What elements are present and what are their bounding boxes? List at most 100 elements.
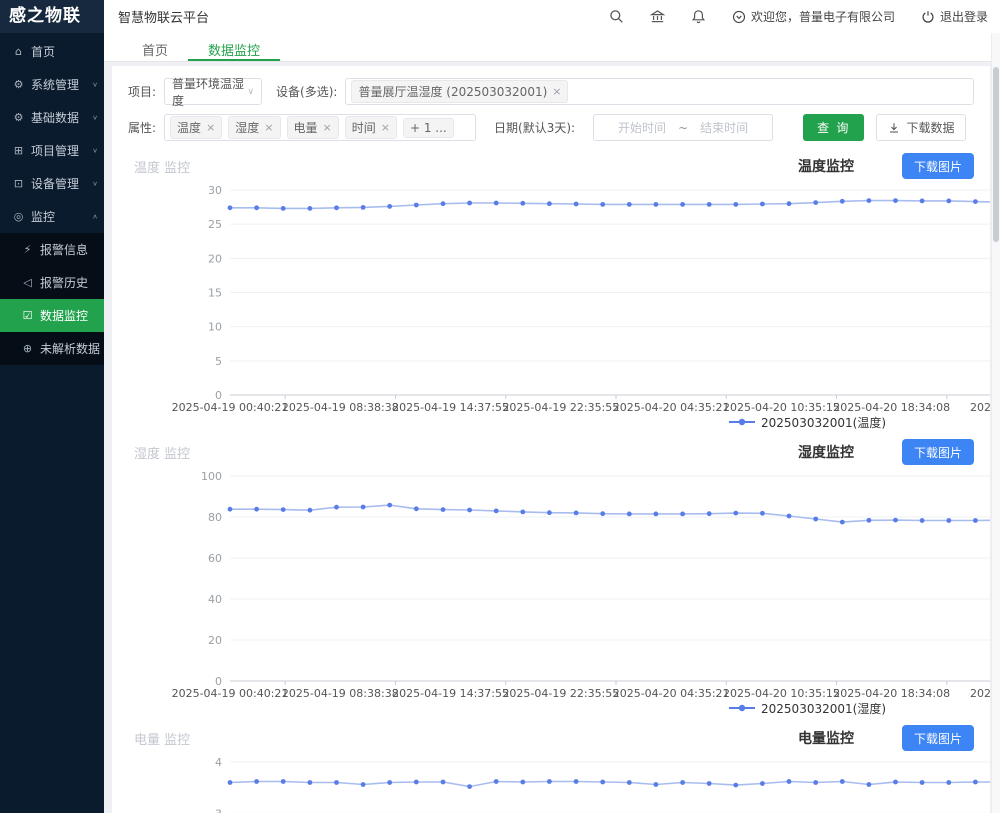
header-actions: 欢迎您，普量电子有限公司 退出登录 [583, 8, 988, 25]
filter-tag[interactable]: 湿度× [228, 116, 280, 139]
svg-text:2025-04-21: 2025-04-21 [970, 401, 990, 414]
svg-text:4: 4 [215, 756, 222, 769]
logout-icon [921, 10, 935, 24]
compass-icon: ⊕ [20, 342, 35, 355]
user-menu[interactable]: 欢迎您，普量电子有限公司 [732, 8, 895, 25]
svg-text:2025-04-19 22:35:55: 2025-04-19 22:35:55 [502, 687, 619, 700]
logout-button[interactable]: 退出登录 [921, 8, 988, 25]
svg-text:100: 100 [201, 470, 222, 483]
tag-close-icon[interactable]: × [552, 85, 561, 98]
sidebar-item-label: 数据监控 [40, 307, 88, 324]
bank-icon[interactable] [650, 9, 665, 24]
filter-tag[interactable]: 温度× [170, 116, 222, 139]
home-icon: ⌂ [11, 45, 26, 58]
svg-text:15: 15 [208, 287, 222, 300]
shield-check-icon: ☑ [20, 309, 35, 322]
sidebar-item-label: 首页 [31, 43, 55, 60]
sidebar-item-监控[interactable]: ◎监控∧ [0, 200, 104, 233]
svg-text:2025-04-20 10:35:15: 2025-04-20 10:35:15 [723, 401, 840, 414]
tag-close-icon[interactable]: × [264, 121, 273, 134]
search-icon[interactable] [609, 9, 624, 24]
chevron-up-icon: ∧ [92, 213, 98, 220]
temperature-faint-title: 温度 监控 [128, 157, 190, 176]
svg-text:2025-04-19 14:37:55: 2025-04-19 14:37:55 [392, 687, 509, 700]
monitor-icon: ◎ [11, 210, 26, 223]
temperature-chart-section: 温度 监控 温度监控 下载图片 0510152025302025-04-19 0… [128, 150, 974, 430]
temperature-chart-title: 温度监控 [798, 156, 854, 176]
svg-text:60: 60 [208, 552, 222, 565]
sidebar-item-数据监控[interactable]: ☑ 数据监控 [0, 299, 104, 332]
bell-icon[interactable] [691, 9, 706, 24]
svg-text:2025-04-20 10:35:15: 2025-04-20 10:35:15 [723, 687, 840, 700]
svg-text:2025-04-20 04:35:21: 2025-04-20 04:35:21 [613, 687, 730, 700]
svg-text:2025-04-21: 2025-04-21 [970, 687, 990, 700]
svg-text:5: 5 [215, 355, 222, 368]
sidebar-item-基础数据[interactable]: ⚙基础数据∨ [0, 101, 104, 134]
page-title: 智慧物联云平台 [118, 7, 209, 26]
temperature-legend[interactable]: 202503032001(温度) [128, 414, 974, 430]
horn-icon: ◁ [20, 276, 35, 289]
sidebar-item-系统管理[interactable]: ⚙系统管理∨ [0, 68, 104, 101]
humidity-chart-title: 湿度监控 [798, 442, 854, 462]
svg-text:40: 40 [208, 593, 222, 606]
device-multiselect[interactable]: 普量展厅温湿度 (202503032001)× [345, 78, 974, 105]
svg-text:2025-04-20 04:35:21: 2025-04-20 04:35:21 [613, 401, 730, 414]
attr-multiselect[interactable]: 温度×湿度×电量×时间×+ 1 ... [164, 114, 476, 141]
svg-text:2025-04-19 22:35:55: 2025-04-19 22:35:55 [502, 401, 619, 414]
sidebar-item-项目管理[interactable]: ⊞项目管理∨ [0, 134, 104, 167]
bolt-icon: ⚡ [20, 243, 35, 256]
scrollbar-thumb[interactable] [993, 67, 999, 242]
filter-tag-label: 电量 [294, 119, 318, 136]
project-select[interactable]: 普量环境温湿度 ∨ [164, 78, 262, 105]
download-image-button[interactable]: 下载图片 [902, 153, 974, 179]
date-range-input[interactable]: 开始时间 ~ 结束时间 [593, 114, 773, 141]
query-button[interactable]: 查 询 [803, 114, 864, 141]
filter-tag[interactable]: 时间× [345, 116, 397, 139]
svg-text:25: 25 [208, 218, 222, 231]
tab-data-monitor[interactable]: 数据监控 [188, 33, 280, 61]
logout-label: 退出登录 [940, 8, 988, 25]
download-image-button[interactable]: 下载图片 [902, 725, 974, 751]
svg-text:2025-04-19 14:37:55: 2025-04-19 14:37:55 [392, 401, 509, 414]
sidebar-item-报警历史[interactable]: ◁报警历史 [0, 266, 104, 299]
sidebar-item-设备管理[interactable]: ⊡设备管理∨ [0, 167, 104, 200]
project-label: 项目: [128, 83, 156, 100]
sidebar-submenu: ⚡报警信息◁报警历史 ☑ 数据监控 ⊕ 未解析数据 [0, 233, 104, 365]
svg-text:20: 20 [208, 634, 222, 647]
sidebar-item-label: 基础数据 [31, 109, 79, 126]
svg-text:30: 30 [208, 184, 222, 197]
svg-text:10: 10 [208, 321, 222, 334]
more-tags-badge[interactable]: + 1 ... [403, 118, 454, 138]
filter-tag[interactable]: 电量 × [287, 116, 339, 139]
svg-text:2025-04-19 08:38:38: 2025-04-19 08:38:38 [282, 401, 399, 414]
gear-icon: ⚙ [11, 78, 26, 91]
download-data-button[interactable]: 下载数据 [876, 114, 966, 141]
top-header: 智慧物联云平台 欢迎您，普量电子有限公司 退出登录 [104, 0, 1000, 33]
tag-close-icon[interactable]: × [206, 121, 215, 134]
download-image-button[interactable]: 下载图片 [902, 439, 974, 465]
filter-tag[interactable]: 普量展厅温湿度 (202503032001)× [351, 80, 568, 103]
tab-home[interactable]: 首页 [122, 33, 188, 61]
download-icon [888, 122, 900, 134]
download-data-label: 下载数据 [906, 119, 954, 136]
svg-text:2025-04-20 18:34:08: 2025-04-20 18:34:08 [833, 401, 950, 414]
sidebar-item-首页[interactable]: ⌂ 首页 [0, 35, 104, 68]
humidity-legend[interactable]: 202503032001(湿度) [128, 700, 974, 716]
welcome-text: 欢迎您，普量电子有限公司 [751, 8, 895, 25]
app-logo: 感之物联 [0, 0, 104, 33]
tag-close-icon[interactable]: × [381, 121, 390, 134]
main-content: 项目: 普量环境温湿度 ∨ 设备(多选): 普量展厅温湿度 (202503032… [112, 66, 990, 813]
date-end-placeholder: 结束时间 [700, 119, 748, 136]
sidebar-item-报警信息[interactable]: ⚡报警信息 [0, 233, 104, 266]
filter-row-2: 属性: 温度×湿度×电量×时间×+ 1 ... 日期(默认3天): 开始时间 ~… [128, 114, 974, 141]
humidity-chart-section: 湿度 监控 湿度监控 下载图片 0204060801002025-04-19 0… [128, 436, 974, 716]
page-scrollbar[interactable] [991, 33, 1000, 813]
sidebar-item-未解析数据[interactable]: ⊕ 未解析数据 [0, 332, 104, 365]
svg-text:20: 20 [208, 252, 222, 265]
tag-close-icon[interactable]: × [323, 121, 332, 134]
chevron-down-icon: ∨ [92, 147, 98, 154]
battery-chart-section: 电量 监控 电量监控 下载图片 012342025-04-19 00:40:21… [128, 722, 974, 813]
filter-row-1: 项目: 普量环境温湿度 ∨ 设备(多选): 普量展厅温湿度 (202503032… [128, 78, 974, 105]
sidebar-item-label: 未解析数据 [40, 340, 100, 357]
sidebar: 感之物联 ⌂首页⚙系统管理∨⚙基础数据∨⊞项目管理∨⊡设备管理∨◎监控∧⚡报警信… [0, 0, 104, 813]
